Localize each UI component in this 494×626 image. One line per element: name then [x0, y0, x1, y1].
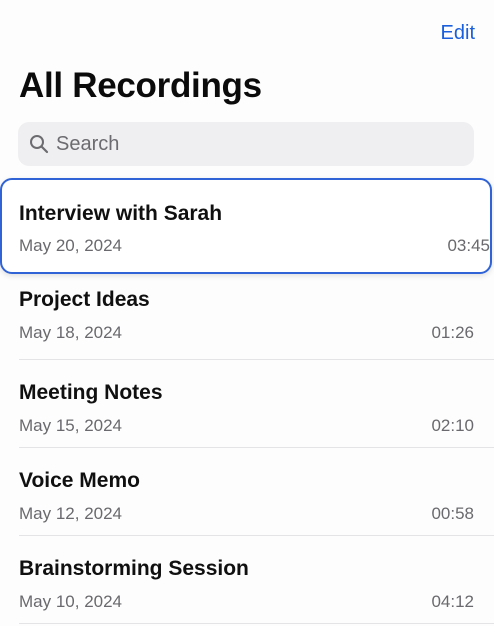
voice-memos-screen: Edit All Recordings Interview with Sarah… [0, 0, 494, 626]
edit-button[interactable]: Edit [441, 22, 475, 45]
recording-date: May 15, 2024 [19, 416, 123, 435]
recording-item-meeting-notes[interactable]: Meeting Notes May 15, 2024 02:10 [0, 360, 494, 448]
recording-title: Brainstorming Session [19, 557, 249, 580]
recording-duration: 00:58 [431, 504, 474, 523]
recording-item-brainstorming-session[interactable]: Brainstorming Session May 10, 2024 04:12 [0, 536, 494, 624]
recording-item-project-ideas[interactable]: Project Ideas May 18, 2024 01:26 [0, 274, 494, 360]
search-input[interactable] [56, 132, 456, 156]
recording-title: Meeting Notes [19, 381, 163, 404]
recording-title: Interview with Sarah [19, 202, 223, 225]
recording-duration: 01:26 [431, 323, 474, 342]
recording-date: May 20, 2024 [19, 236, 123, 255]
search-bar[interactable] [18, 122, 474, 166]
search-icon [28, 133, 50, 155]
recording-date: May 10, 2024 [19, 592, 123, 611]
page-title: All Recordings [19, 66, 262, 105]
recording-title: Voice Memo [19, 469, 140, 492]
recording-date: May 18, 2024 [19, 323, 123, 342]
recording-item-interview-with-sarah[interactable]: Interview with Sarah May 20, 2024 03:45 [0, 178, 492, 274]
recordings-list: Interview with Sarah May 20, 2024 03:45 … [0, 178, 494, 624]
recording-date: May 12, 2024 [19, 504, 123, 523]
recording-duration: 02:10 [431, 416, 474, 435]
recording-duration: 04:12 [431, 592, 474, 611]
recording-item-voice-memo[interactable]: Voice Memo May 12, 2024 00:58 [0, 448, 494, 536]
recording-title: Project Ideas [19, 288, 150, 311]
row-divider [19, 623, 494, 624]
recording-duration: 03:45 [447, 236, 490, 255]
